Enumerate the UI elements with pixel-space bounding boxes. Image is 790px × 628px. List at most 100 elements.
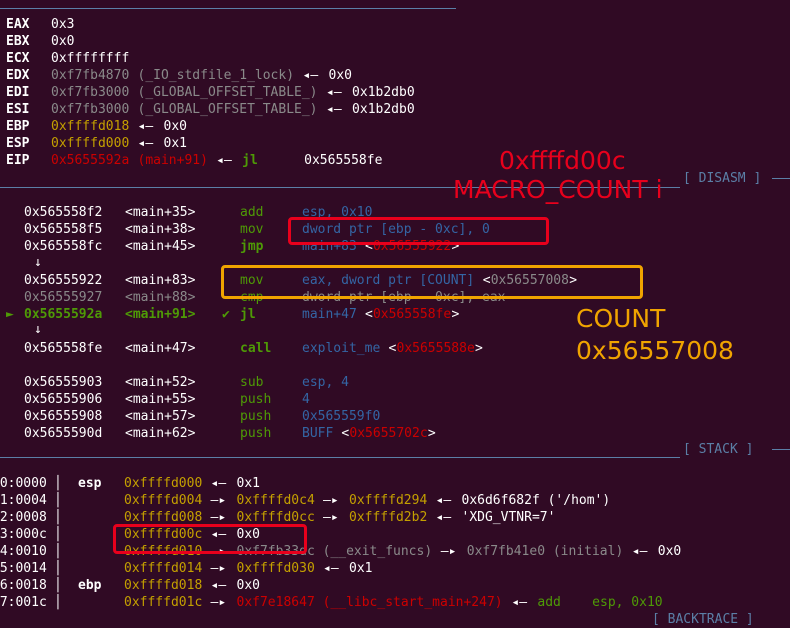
stack-value: 0xffffd0c4	[236, 493, 315, 508]
disasm-reference: 0x5655588e	[396, 341, 475, 356]
register-name: ESP	[6, 136, 30, 151]
jump-arrow-down-icon: ↓	[34, 322, 42, 337]
disasm-row: 0x5655590d <main+62> push BUFF <0x5655702c >	[0, 425, 790, 442]
register-row-ebx: EBX 0x0	[0, 33, 790, 50]
disasm-location: <main+45>	[125, 239, 196, 254]
disasm-operands: 4	[302, 392, 310, 407]
disasm-address: 0x56555906	[24, 392, 103, 407]
disasm-address: 0x565558f2	[24, 205, 103, 220]
disasm-reference: 0x5655702c	[349, 426, 428, 441]
register-value: 0xffffd018	[51, 119, 130, 134]
stack-row: 00:0000 │ esp 0xffffd000 ◂— 0x1	[0, 475, 790, 492]
disasm-mnemonic: push	[240, 426, 272, 441]
top-separator	[0, 8, 456, 9]
register-name: ESI	[6, 102, 30, 117]
disasm-row: ► ✔ 0x5655592a <main+91> jl main+47 <0x565558f…	[0, 306, 790, 323]
stack-offset: 05:0014	[0, 561, 47, 576]
stack-offset: 03:000c	[0, 527, 47, 542]
branch-taken-check-icon: ✔	[222, 307, 230, 322]
register-pointee: 0x1b2db0	[352, 102, 415, 117]
register-name: EDX	[6, 68, 30, 83]
arrow-icon: ◂—	[210, 578, 227, 593]
disasm-address: 0x565558fe	[24, 341, 103, 356]
disasm-location: <main+88>	[125, 290, 196, 305]
arrow-icon: —▸	[210, 493, 227, 508]
register-symbol: (_GLOBAL_OFFSET_TABLE_)	[137, 102, 318, 117]
arrow-icon: ◂—	[511, 595, 528, 610]
register-row-edi: EDI 0xf7fb3000 (_GLOBAL_OFFSET_TABLE_) ◂— 0x…	[0, 84, 790, 101]
arrow-icon: —▸	[323, 510, 339, 525]
ref-open-bracket: <	[364, 307, 373, 322]
ref-close-bracket: >	[475, 341, 483, 356]
arrow-icon: —▸	[210, 561, 227, 576]
disasm-location: <main+52>	[125, 375, 196, 390]
register-value: 0x5655592a	[51, 153, 130, 168]
highlight-box-count	[221, 265, 643, 299]
stack-offset: 02:0008	[0, 510, 47, 525]
arrow-icon: ◂—	[435, 493, 452, 508]
stack-divider: │	[54, 595, 62, 610]
stack-value: 0x0	[236, 578, 260, 593]
arrow-icon: ◂—	[326, 102, 342, 117]
stack-section-label: [ STACK ]	[683, 442, 754, 457]
disasm-address: 0x565558fc	[24, 239, 103, 254]
current-instruction-marker-icon: ►	[6, 307, 14, 322]
annotation-count-address: 0x56557008	[576, 336, 734, 365]
stack-value: 0x0	[657, 544, 682, 559]
disasm-operands: esp, 4	[302, 375, 349, 390]
register-name: EDI	[6, 85, 30, 100]
register-pointee: 0x565558fe	[304, 153, 383, 168]
annotation-ebp-value: 0xffffd00c	[499, 146, 626, 175]
stack-address: 0xffffd014	[124, 561, 203, 576]
disasm-location: <main+91>	[125, 307, 196, 322]
disasm-location: <main+35>	[125, 205, 196, 220]
highlight-box-ebp-minus-c	[288, 217, 549, 245]
disasm-operands: exploit_me	[302, 341, 381, 356]
disasm-mnemonic: add	[240, 205, 264, 220]
ref-close-bracket: >	[427, 426, 436, 441]
disasm-mnemonic: call	[240, 341, 272, 356]
disasm-location: <main+55>	[125, 392, 196, 407]
disasm-location: <main+57>	[125, 409, 196, 424]
disasm-address: 0x5655590d	[24, 426, 103, 441]
arrow-icon: ◂—	[326, 85, 342, 100]
register-row-esi: ESI 0xf7fb3000 (_GLOBAL_OFFSET_TABLE_) ◂— 0x…	[0, 101, 790, 118]
disasm-mnemonic: jmp	[240, 239, 264, 254]
annotation-macro-count: MACRO_COUNT i	[453, 175, 663, 204]
stack-address: 0xffffd01c	[124, 595, 203, 610]
register-value: 0x3	[51, 17, 75, 32]
arrow-icon: —▸	[323, 493, 339, 508]
register-row-ecx: ECX 0xffffffff	[0, 50, 790, 67]
disasm-operands: 0x565559f0	[302, 409, 381, 424]
stack-value: add esp, 0x10	[537, 595, 663, 610]
disasm-operands: BUFF	[302, 426, 334, 441]
disasm-address: 0x565558f5	[24, 222, 103, 237]
stack-value: 0x6d6f682f ('/hom')	[461, 493, 611, 508]
stack-value: 0x1	[236, 476, 260, 491]
register-name: EAX	[6, 17, 30, 32]
stack-separator-tail	[772, 449, 790, 450]
stack-offset: 00:0000	[0, 476, 47, 491]
arrow-icon: ◂—	[137, 119, 154, 134]
stack-register: ebp	[78, 578, 102, 593]
ref-close-bracket: >	[451, 307, 460, 322]
arrow-icon: ◂—	[631, 544, 648, 559]
stack-register: esp	[78, 476, 102, 491]
ref-open-bracket: <	[341, 426, 350, 441]
stack-offset: 01:0004	[0, 493, 47, 508]
disasm-row: 0x56555906 <main+55> push 4	[0, 391, 790, 408]
stack-separator	[0, 457, 680, 458]
disasm-location: <main+62>	[125, 426, 196, 441]
register-mnemonic: jl	[242, 153, 258, 168]
arrow-icon: ◂—	[216, 153, 232, 168]
register-pointee: 0x0	[163, 119, 187, 134]
arrow-icon: —▸	[440, 544, 457, 559]
register-value: 0xf7fb3000	[51, 102, 130, 117]
stack-value: 0xffffd030	[236, 561, 315, 576]
stack-value: 0xf7fb41e0 (initial)	[466, 544, 624, 559]
register-pointee: 0x0	[328, 68, 352, 83]
register-symbol: (_IO_stdfile_1_lock)	[137, 68, 295, 83]
stack-offset: 07:001c	[0, 595, 47, 610]
register-row-eip: EIP 0x5655592a (main+91) ◂— jl 0x565558fe	[0, 152, 790, 169]
ref-open-bracket: <	[388, 341, 397, 356]
